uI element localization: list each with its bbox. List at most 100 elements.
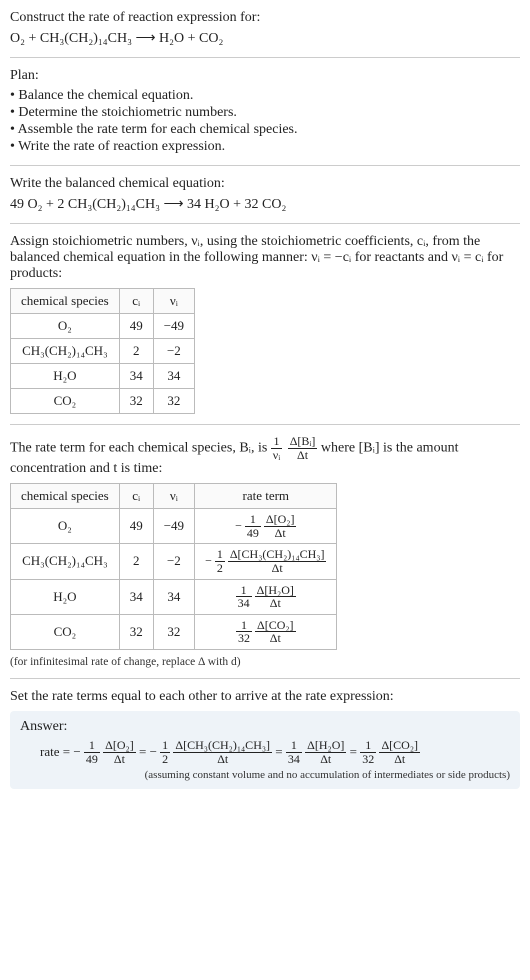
cell-c: 32 xyxy=(119,389,153,414)
frac-conc: Δ[O₂]Δt xyxy=(264,513,297,539)
cell-species: O₂ xyxy=(11,314,120,339)
divider xyxy=(10,165,520,166)
stoich-table: chemical species cᵢ νᵢ O₂ 49 −49 CH₃(CH₂… xyxy=(10,288,195,414)
frac-conc: Δ[CH₃(CH₂)₁₄CH₃]Δt xyxy=(228,548,327,574)
rateterm-note: (for infinitesimal rate of change, repla… xyxy=(10,656,520,668)
cell-c: 2 xyxy=(119,339,153,364)
rate-sign: − xyxy=(205,554,212,568)
divider xyxy=(10,223,520,224)
cell-v: 34 xyxy=(153,579,194,614)
frac-conc: Δ[CH₃(CH₂)₁₄CH₃]Δt xyxy=(173,739,272,765)
assign-text: Assign stoichiometric numbers, νᵢ, using… xyxy=(10,234,520,282)
divider xyxy=(10,424,520,425)
cell-c: 2 xyxy=(119,544,153,579)
rateterm-table: chemical species cᵢ νᵢ rate term O₂ 49 −… xyxy=(10,483,337,650)
cell-species: H₂O xyxy=(11,579,120,614)
cell-species: O₂ xyxy=(11,509,120,544)
frac-coef: 132 xyxy=(236,619,252,645)
rateterm-section: The rate term for each chemical species,… xyxy=(10,435,520,668)
rate-sign: − xyxy=(150,744,157,759)
cell-c: 34 xyxy=(119,364,153,389)
table-row: H₂O 34 34 134 Δ[H₂O]Δt xyxy=(11,579,337,614)
cell-v: −2 xyxy=(153,339,194,364)
frac-conc: Δ[O₂]Δt xyxy=(103,739,136,765)
col-v: νᵢ xyxy=(153,484,194,509)
cell-rate: 134 Δ[H₂O]Δt xyxy=(195,579,337,614)
cell-c: 32 xyxy=(119,614,153,649)
plan-item: • Write the rate of reaction expression. xyxy=(10,139,520,155)
intro-equation: O₂ + CH₃(CH₂)₁₄CH₃ ⟶ H₂O + CO₂ xyxy=(10,30,520,47)
cell-species: H₂O xyxy=(11,364,120,389)
equals: = xyxy=(275,744,286,759)
divider xyxy=(10,678,520,679)
cell-v: 32 xyxy=(153,389,194,414)
answer-box: Answer: rate = − 149 Δ[O₂]Δt = − 12 Δ[CH… xyxy=(10,711,520,789)
final-section: Set the rate terms equal to each other t… xyxy=(10,689,520,789)
intro-section: Construct the rate of reaction expressio… xyxy=(10,10,520,47)
cell-c: 49 xyxy=(119,314,153,339)
table-header-row: chemical species cᵢ νᵢ xyxy=(11,289,195,314)
cell-v: −2 xyxy=(153,544,194,579)
answer-equation: rate = − 149 Δ[O₂]Δt = − 12 Δ[CH₃(CH₂)₁₄… xyxy=(20,739,510,765)
frac-conc: Δ[H₂O]Δt xyxy=(305,739,346,765)
cell-species: CO₂ xyxy=(11,614,120,649)
equals: = xyxy=(350,744,361,759)
frac-conc: Δ[H₂O]Δt xyxy=(255,584,296,610)
frac-coef: 149 xyxy=(245,513,261,539)
col-v: νᵢ xyxy=(153,289,194,314)
frac-dBi-dt: Δ[Bᵢ] Δt xyxy=(288,435,318,461)
frac-coef: 12 xyxy=(215,548,225,574)
cell-c: 34 xyxy=(119,579,153,614)
frac-conc: Δ[CO₂]Δt xyxy=(379,739,420,765)
cell-species: CH₃(CH₂)₁₄CH₃ xyxy=(11,339,120,364)
frac-conc: Δ[CO₂]Δt xyxy=(255,619,296,645)
col-species: chemical species xyxy=(11,289,120,314)
rate-sign: − xyxy=(235,519,242,533)
balanced-heading: Write the balanced chemical equation: xyxy=(10,176,520,192)
cell-rate: − 149 Δ[O₂]Δt xyxy=(195,509,337,544)
balanced-section: Write the balanced chemical equation: 49… xyxy=(10,176,520,213)
rateterm-text-before: The rate term for each chemical species,… xyxy=(10,440,271,455)
equals: = xyxy=(139,744,150,759)
cell-species: CH₃(CH₂)₁₄CH₃ xyxy=(11,544,120,579)
divider xyxy=(10,57,520,58)
plan-heading: Plan: xyxy=(10,68,520,84)
cell-v: −49 xyxy=(153,314,194,339)
table-row: CH₃(CH₂)₁₄CH₃ 2 −2 xyxy=(11,339,195,364)
frac-coef: 12 xyxy=(160,739,170,765)
answer-label: Answer: xyxy=(20,719,510,735)
balanced-equation: 49 O₂ + 2 CH₃(CH₂)₁₄CH₃ ⟶ 34 H₂O + 32 CO… xyxy=(10,196,520,213)
table-header-row: chemical species cᵢ νᵢ rate term xyxy=(11,484,337,509)
cell-rate: 132 Δ[CO₂]Δt xyxy=(195,614,337,649)
cell-c: 49 xyxy=(119,509,153,544)
table-row: H₂O 34 34 xyxy=(11,364,195,389)
cell-v: 32 xyxy=(153,614,194,649)
intro-title: Construct the rate of reaction expressio… xyxy=(10,10,520,26)
cell-species: CO₂ xyxy=(11,389,120,414)
cell-v: −49 xyxy=(153,509,194,544)
rate-word: rate = xyxy=(40,744,73,759)
final-heading: Set the rate terms equal to each other t… xyxy=(10,689,520,705)
frac-coef: 149 xyxy=(84,739,100,765)
table-row: O₂ 49 −49 − 149 Δ[O₂]Δt xyxy=(11,509,337,544)
table-row: CH₃(CH₂)₁₄CH₃ 2 −2 − 12 Δ[CH₃(CH₂)₁₄CH₃]… xyxy=(11,544,337,579)
answer-note: (assuming constant volume and no accumul… xyxy=(20,769,510,781)
col-c: cᵢ xyxy=(119,289,153,314)
cell-v: 34 xyxy=(153,364,194,389)
plan-item: • Balance the chemical equation. xyxy=(10,88,520,104)
frac-coef: 132 xyxy=(360,739,376,765)
table-row: CO₂ 32 32 xyxy=(11,389,195,414)
col-c: cᵢ xyxy=(119,484,153,509)
plan-list: • Balance the chemical equation. • Deter… xyxy=(10,88,520,155)
plan-item: • Assemble the rate term for each chemic… xyxy=(10,122,520,138)
plan-item: • Determine the stoichiometric numbers. xyxy=(10,105,520,121)
assign-section: Assign stoichiometric numbers, νᵢ, using… xyxy=(10,234,520,414)
frac-coef: 134 xyxy=(286,739,302,765)
rate-sign: − xyxy=(73,744,80,759)
plan-section: Plan: • Balance the chemical equation. •… xyxy=(10,68,520,155)
col-species: chemical species xyxy=(11,484,120,509)
cell-rate: − 12 Δ[CH₃(CH₂)₁₄CH₃]Δt xyxy=(195,544,337,579)
rateterm-text: The rate term for each chemical species,… xyxy=(10,435,520,477)
frac-coef: 134 xyxy=(236,584,252,610)
frac-1-over-nu: 1 νᵢ xyxy=(271,435,282,461)
